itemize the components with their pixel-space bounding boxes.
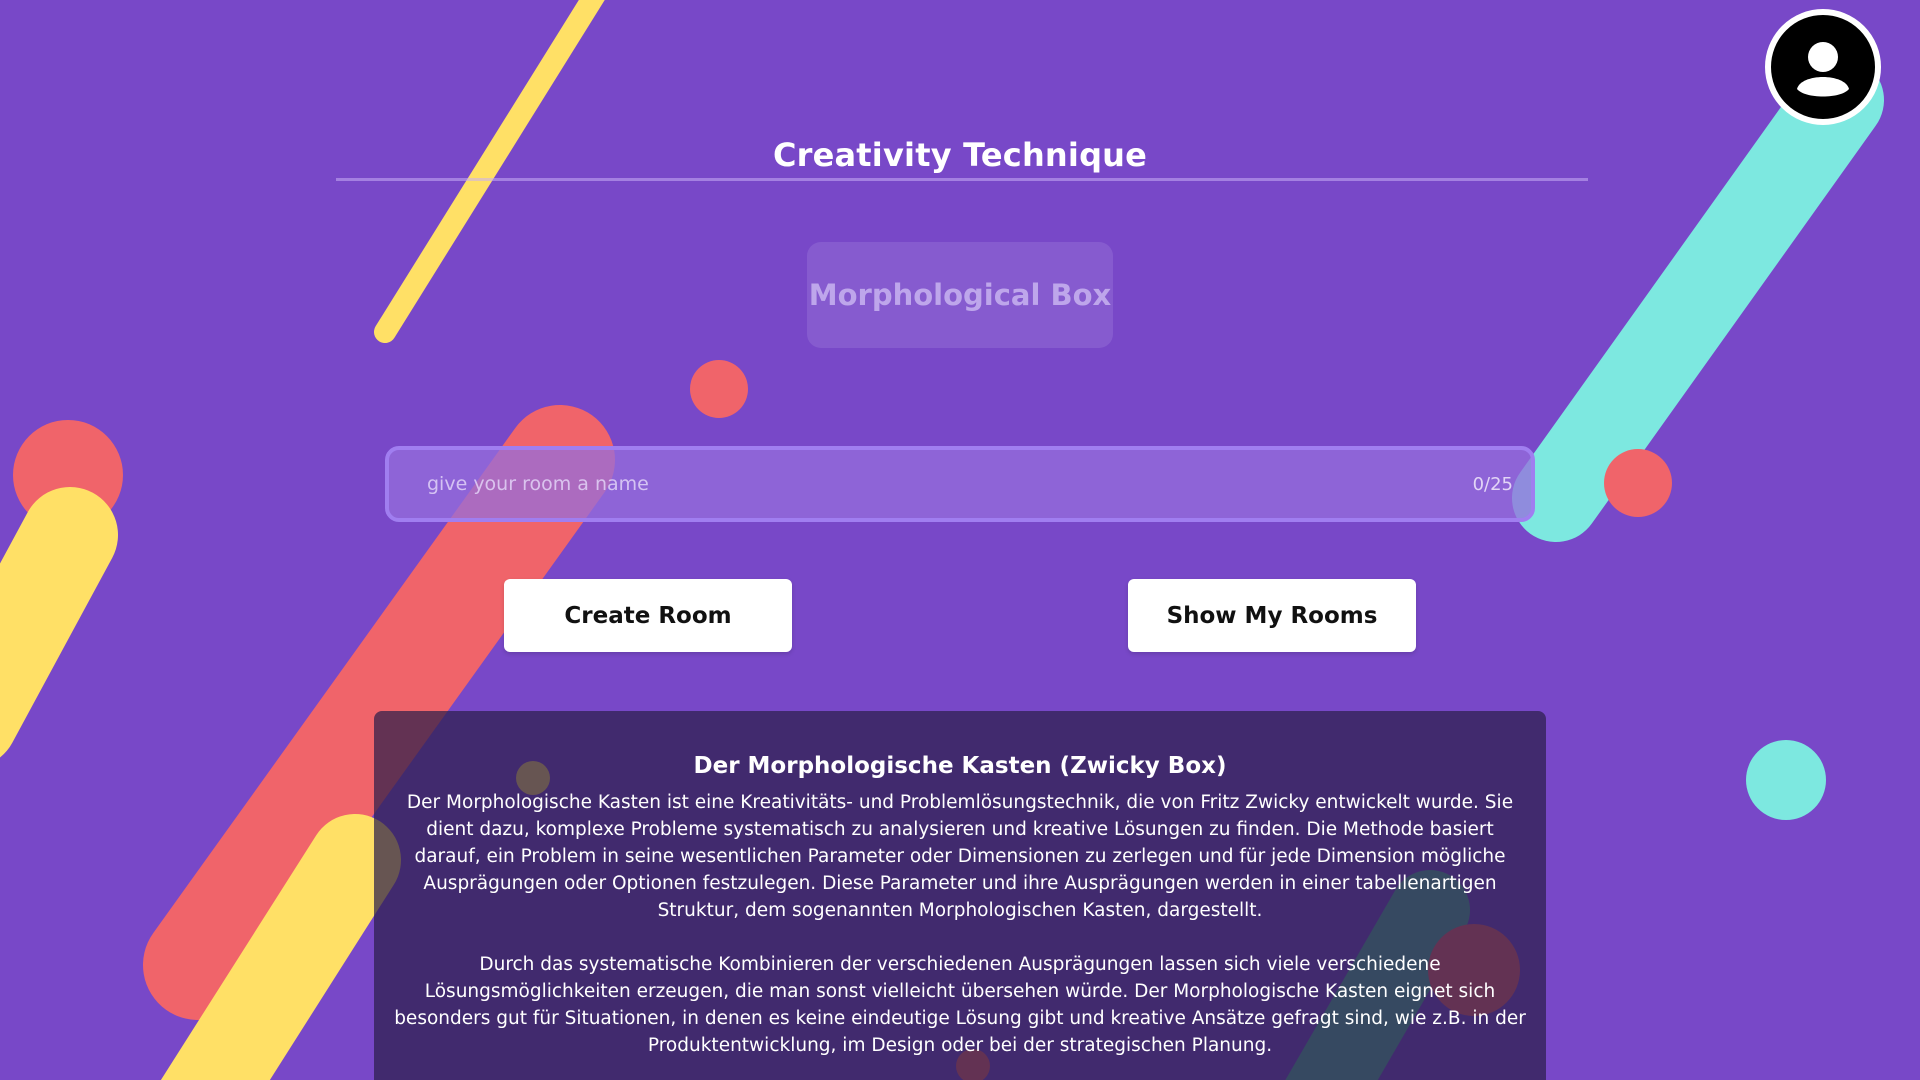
info-heading: Der Morphologische Kasten (Zwicky Box) — [693, 753, 1227, 779]
title-divider — [336, 178, 1588, 181]
show-my-rooms-button[interactable]: Show My Rooms — [1128, 579, 1416, 652]
room-name-field: 0/25 — [385, 446, 1535, 522]
user-avatar-icon — [1783, 27, 1863, 107]
info-panel: Der Morphologische Kasten (Zwicky Box) D… — [374, 711, 1546, 1080]
deco-teal-dot-right — [1746, 740, 1826, 820]
create-room-button[interactable]: Create Room — [504, 579, 792, 652]
info-paragraph-2: Durch das systematische Kombinieren der … — [394, 954, 1526, 1056]
technique-selector[interactable]: Morphological Box — [807, 242, 1113, 348]
character-counter: 0/25 — [1472, 473, 1513, 495]
profile-button[interactable] — [1765, 9, 1881, 125]
deco-coral-dot-center — [690, 360, 748, 418]
page-title: Creativity Technique — [772, 136, 1148, 174]
room-name-input[interactable] — [389, 450, 1473, 518]
deco-coral-dot-right — [1604, 449, 1672, 517]
app-screen: Creativity Technique Morphological Box 0… — [0, 0, 1920, 1080]
info-paragraph-1: Der Morphologische Kasten ist eine Kreat… — [406, 792, 1514, 921]
deco-yellow-stripe-left — [0, 487, 118, 757]
